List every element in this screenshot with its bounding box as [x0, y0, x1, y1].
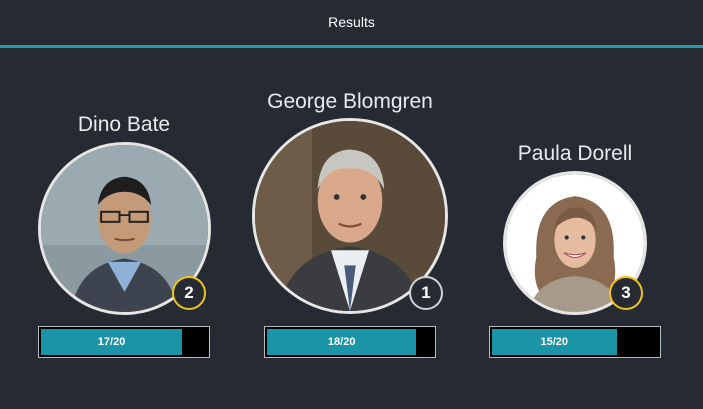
- score-bar: 17/20: [38, 326, 210, 358]
- contestant-name: Dino Bate: [77, 113, 171, 136]
- rank-badge: 1: [409, 276, 443, 310]
- score-bar: 15/20: [489, 326, 661, 358]
- score-label: 15/20: [540, 336, 569, 348]
- contestant-name: Paula Dorell: [517, 142, 633, 165]
- page-title: Results: [328, 14, 375, 30]
- score-label: 18/20: [327, 336, 356, 348]
- contestant-name: George Blomgren: [267, 90, 433, 113]
- score-fill: 17/20: [41, 329, 183, 355]
- results-header: Results: [0, 0, 703, 48]
- header-divider: [0, 45, 703, 48]
- score-bar: 18/20: [264, 326, 436, 358]
- score-fill: 15/20: [492, 329, 617, 355]
- score-fill: 18/20: [267, 329, 417, 355]
- rank-badge: 3: [609, 276, 643, 310]
- score-label: 17/20: [97, 336, 126, 348]
- rank-badge: 2: [172, 276, 206, 310]
